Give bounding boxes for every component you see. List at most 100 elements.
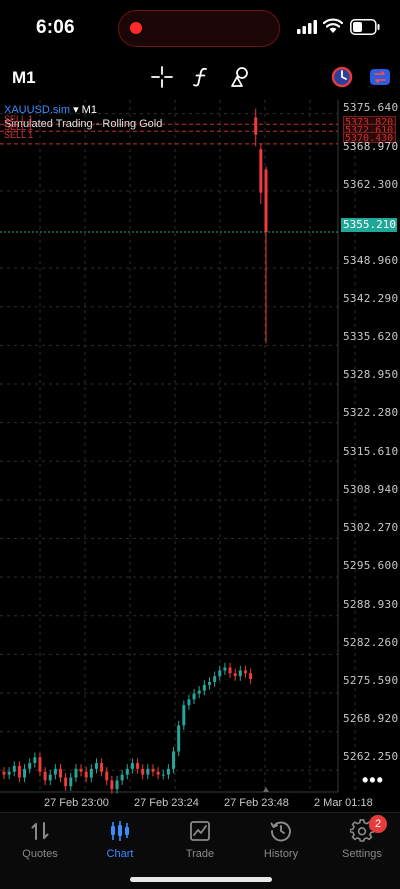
- switch-icon[interactable]: [369, 66, 391, 88]
- home-indicator: [130, 877, 272, 882]
- nav-trade-label: Trade: [185, 848, 215, 860]
- nav-history-label: History: [263, 848, 299, 860]
- symbol-separator: ▾: [73, 104, 79, 116]
- time-axis-tick: 27 Feb 23:48: [224, 797, 289, 809]
- candle-body: [151, 768, 155, 772]
- candle-body: [105, 771, 109, 781]
- candle-body: [218, 670, 222, 677]
- symbol-timeframe: M1: [81, 104, 97, 116]
- screen-recording-indicator[interactable]: [118, 10, 280, 47]
- current-time-marker-icon: [263, 787, 269, 792]
- price-axis-tick: 5268.920: [343, 712, 399, 725]
- price-axis-tick: 5288.930: [343, 598, 399, 611]
- candle-body: [84, 771, 88, 778]
- nav-chart-label: Chart: [106, 848, 134, 860]
- nav-settings-label: Settings: [342, 848, 382, 860]
- clock-icon[interactable]: [331, 66, 353, 88]
- candle-body: [43, 771, 47, 781]
- settings-badge: 2: [369, 815, 387, 833]
- cellular-signal-icon: [297, 20, 317, 34]
- sell-order-tag[interactable]: SELL 1: [4, 130, 33, 140]
- candle-body: [100, 763, 104, 772]
- candle-body: [238, 670, 242, 677]
- candle-body: [12, 765, 16, 772]
- candle-body: [48, 774, 52, 781]
- candle-body: [110, 780, 114, 790]
- candle-body: [94, 763, 98, 769]
- candle-body: [7, 771, 11, 775]
- candle-body: [125, 768, 129, 775]
- nav-quotes-label: Quotes: [22, 848, 58, 860]
- price-axis-tick: 5342.290: [343, 292, 399, 305]
- status-bar: 6:06: [0, 0, 400, 56]
- price-axis-tick: 5362.300: [343, 178, 399, 191]
- chart-icon: [111, 821, 129, 841]
- candle-body: [264, 169, 268, 232]
- quotes-icon: [31, 822, 49, 840]
- price-axis-tick: 5315.610: [343, 445, 399, 458]
- candle-body: [23, 768, 27, 778]
- price-chart[interactable]: [0, 0, 400, 889]
- price-axis-tick: 5275.590: [343, 674, 399, 687]
- nav-trade[interactable]: Trade: [160, 819, 240, 860]
- price-axis-tick: 5308.940: [343, 483, 399, 496]
- candle-body: [79, 768, 83, 772]
- timeframe-button[interactable]: M1: [12, 68, 36, 88]
- candle-body: [2, 771, 6, 775]
- time-axis-tick: 27 Feb 23:24: [134, 797, 199, 809]
- candle-body: [130, 763, 134, 769]
- candle-body: [166, 768, 170, 775]
- candle-body: [115, 780, 119, 790]
- nav-settings[interactable]: 2 Settings: [322, 815, 400, 860]
- nav-quotes[interactable]: Quotes: [0, 819, 80, 860]
- objects-icon[interactable]: [229, 66, 251, 88]
- candle-body: [233, 673, 237, 677]
- candle-body: [228, 667, 232, 674]
- candle-body: [197, 690, 201, 694]
- crosshair-icon[interactable]: [151, 66, 173, 88]
- trade-icon: [190, 821, 210, 841]
- candle-body: [156, 771, 160, 775]
- candle-body: [17, 765, 21, 778]
- candle-body: [177, 725, 181, 752]
- candle-body: [223, 667, 227, 671]
- time-axis-tick: 27 Feb 23:00: [44, 797, 109, 809]
- function-icon[interactable]: [190, 66, 212, 88]
- time-axis-tick: 2 Mar 01:18: [314, 797, 373, 809]
- candle-body: [172, 751, 176, 769]
- price-axis-tick: 5348.960: [343, 254, 399, 267]
- candle-body: [59, 768, 63, 778]
- battery-icon: [350, 19, 380, 35]
- price-axis-tick: 5262.250: [343, 750, 399, 763]
- price-axis-tick: 5335.620: [343, 330, 399, 343]
- candle-body: [28, 763, 32, 769]
- chart-toolbar: M1: [0, 58, 400, 98]
- candle-body: [213, 676, 217, 682]
- price-axis-tick: 5328.950: [343, 368, 399, 381]
- candle-body: [259, 149, 263, 193]
- nav-chart[interactable]: Chart: [80, 819, 160, 860]
- price-axis-tick: 5375.640: [343, 101, 399, 114]
- candle-body: [187, 699, 191, 706]
- candle-body: [249, 673, 253, 680]
- history-icon: [270, 821, 291, 842]
- order-price-label: 5368.970: [343, 140, 399, 153]
- candle-body: [192, 693, 196, 700]
- nav-history[interactable]: History: [241, 819, 321, 860]
- candle-body: [243, 670, 247, 674]
- candle-body: [207, 681, 211, 685]
- record-dot-icon: [130, 22, 142, 34]
- candle-body: [136, 763, 140, 769]
- candle-body: [53, 768, 57, 775]
- more-options-icon[interactable]: •••: [362, 770, 384, 791]
- status-time: 6:06: [36, 17, 75, 38]
- candle-body: [89, 768, 93, 778]
- candle-body: [254, 117, 258, 135]
- candle-body: [141, 768, 145, 775]
- candle-body: [202, 684, 206, 691]
- wifi-icon: [323, 18, 343, 33]
- current-price-label: 5355.210: [341, 218, 397, 232]
- price-axis-tick: 5302.270: [343, 521, 399, 534]
- candle-body: [120, 774, 124, 781]
- price-axis-tick: 5295.600: [343, 559, 399, 572]
